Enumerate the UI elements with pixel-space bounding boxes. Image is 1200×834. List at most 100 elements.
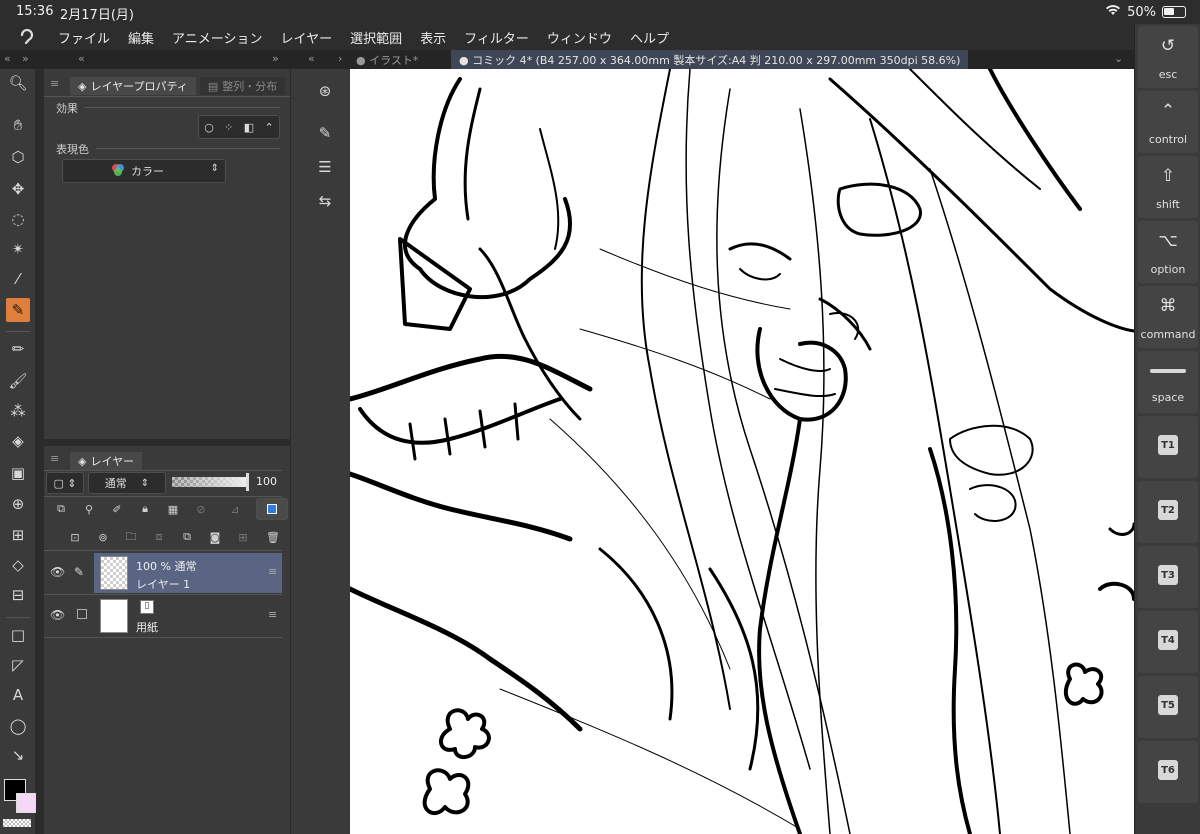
option-label: option bbox=[1150, 263, 1186, 276]
space-key[interactable]: space bbox=[1138, 351, 1198, 413]
eye-icon-2[interactable]: 👁︎ bbox=[50, 608, 65, 622]
tab-layer-property[interactable]: ◈ レイヤープロパティ bbox=[70, 77, 196, 95]
object-icon[interactable]: ⬡ bbox=[6, 145, 30, 169]
clip-icon[interactable]: ⧉ bbox=[54, 502, 68, 516]
border-effect-icon[interactable]: ○ bbox=[204, 121, 214, 134]
chevron-down-icon[interactable]: ⌄ bbox=[1114, 52, 1123, 65]
t4-key[interactable]: T4 bbox=[1138, 611, 1198, 673]
checkbox-icon[interactable] bbox=[77, 609, 87, 619]
tab-scroll-icon[interactable]: › bbox=[338, 52, 342, 65]
t3-key[interactable]: T3 bbox=[1138, 546, 1198, 608]
menu-item-8[interactable]: ヘルプ bbox=[630, 28, 669, 47]
expand-right-icon[interactable]: » bbox=[22, 52, 29, 65]
opacity-slider[interactable] bbox=[172, 477, 246, 487]
effect-buttons[interactable]: ○ ⁘ ◧ ⌃ bbox=[198, 115, 280, 139]
space-label: space bbox=[1151, 391, 1185, 404]
sub-color-swatch[interactable] bbox=[16, 793, 36, 813]
rectangle-icon[interactable]: □ bbox=[6, 623, 30, 647]
sub-tool-icon[interactable]: ✎ bbox=[313, 121, 337, 145]
expand-right-icon-2[interactable]: » bbox=[272, 52, 279, 65]
lasso-icon[interactable]: ◌ bbox=[6, 207, 30, 231]
tool-property-icon[interactable]: ☰ bbox=[313, 155, 337, 179]
tone-effect-icon[interactable]: ⁘ bbox=[224, 121, 233, 134]
t5-key[interactable]: T5 bbox=[1138, 676, 1198, 738]
create-mask-icon[interactable]: ◙ bbox=[208, 530, 222, 544]
navigator-icon[interactable]: ⊛ bbox=[313, 79, 337, 103]
frame-icon[interactable]: ⊟ bbox=[6, 583, 30, 607]
option-key[interactable]: ⌥ option bbox=[1138, 221, 1198, 283]
tab-illust[interactable]: ● イラスト* bbox=[356, 52, 418, 68]
expression-color-select[interactable]: カラー ⇕ bbox=[62, 159, 226, 183]
figure-icon[interactable]: ⊕ bbox=[6, 492, 30, 516]
drag-handle-icon[interactable]: ≡ bbox=[268, 565, 277, 578]
pencil-icon[interactable]: ✏︎ bbox=[6, 337, 30, 361]
shift-key[interactable]: ⇧ shift bbox=[1138, 156, 1198, 218]
blend-icon[interactable]: ◈ bbox=[6, 429, 30, 453]
lock-icon[interactable]: 🔒︎ bbox=[138, 502, 152, 516]
text-icon[interactable]: A bbox=[6, 683, 30, 707]
menu-item-3[interactable]: レイヤー bbox=[281, 28, 333, 47]
t6-key[interactable]: T6 bbox=[1138, 741, 1198, 803]
t2-key[interactable]: T2 bbox=[1138, 481, 1198, 543]
t1-key[interactable]: T1 bbox=[1138, 416, 1198, 478]
command-key[interactable]: ⌘ command bbox=[1138, 286, 1198, 348]
layer-color-mode[interactable] bbox=[256, 498, 288, 520]
opacity-slider-handle[interactable] bbox=[246, 473, 249, 491]
menu-item-1[interactable]: 編集 bbox=[128, 28, 154, 47]
blend-mode-select[interactable]: 通常 ⇕ bbox=[88, 472, 166, 494]
companion-icon[interactable]: ⇆ bbox=[313, 189, 337, 213]
esc-key[interactable]: ↺ esc bbox=[1138, 26, 1198, 88]
correct-line-icon[interactable]: ↘ bbox=[6, 743, 30, 767]
drag-handle-icon-2[interactable]: ≡ bbox=[268, 608, 277, 621]
balloon-icon[interactable]: ◯ bbox=[6, 714, 30, 738]
mask-icon[interactable]: ⊘ bbox=[194, 502, 208, 516]
hand-icon[interactable]: ✋︎ bbox=[6, 113, 30, 137]
panel-menu-icon[interactable]: ≡ bbox=[50, 77, 59, 90]
tab-comic[interactable]: ● コミック 4* (B4 257.00 x 364.00mm 製本サイズ:A4… bbox=[451, 50, 969, 69]
menu-item-6[interactable]: フィルター bbox=[464, 28, 529, 47]
airbrush-icon[interactable]: ⁂ bbox=[6, 399, 30, 423]
ruler-icon[interactable]: ◸ bbox=[6, 653, 30, 677]
reference-icon[interactable]: ⚲ bbox=[82, 502, 96, 516]
fill-icon[interactable]: ⊞ bbox=[6, 523, 30, 547]
new-raster-layer-icon[interactable]: ⊡ bbox=[68, 530, 82, 544]
menu-item-2[interactable]: アニメーション bbox=[172, 28, 262, 47]
control-key[interactable]: ⌃ control bbox=[1138, 91, 1198, 153]
zoom-icon[interactable]: 🔍︎ bbox=[6, 71, 30, 95]
merge-down-icon[interactable]: ⧉ bbox=[180, 530, 194, 544]
new-folder-icon[interactable]: 🗀︎ bbox=[124, 530, 138, 544]
menu-item-0[interactable]: ファイル bbox=[58, 28, 110, 47]
drawing-canvas[interactable] bbox=[350, 69, 1134, 834]
collapse-left-icon-2[interactable]: « bbox=[78, 52, 85, 65]
brush-icon[interactable]: 🖌︎ bbox=[6, 369, 30, 393]
effect-more-icon[interactable]: ⌃ bbox=[265, 121, 274, 134]
layer-panel-menu-icon[interactable]: ≡ bbox=[50, 452, 59, 465]
move-icon[interactable]: ✥ bbox=[6, 177, 30, 201]
new-vector-layer-icon[interactable]: ⊚ bbox=[96, 530, 110, 544]
eyedropper-icon[interactable]: ⁄ bbox=[6, 267, 30, 291]
layer-color-box[interactable]: ▢ ⇕ bbox=[46, 472, 84, 494]
apply-mask-icon[interactable]: ⊞ bbox=[236, 530, 250, 544]
layer-row-1[interactable]: 👁︎ ✎ 100 % 通常 レイヤー 1 ≡ bbox=[44, 553, 282, 593]
lock-transparent-icon[interactable]: ▦ bbox=[166, 502, 180, 516]
menu-item-4[interactable]: 選択範囲 bbox=[350, 28, 402, 47]
gradient-icon[interactable]: ▣ bbox=[6, 461, 30, 485]
draft-icon[interactable]: ✐ bbox=[110, 502, 124, 516]
menu-item-5[interactable]: 表示 bbox=[420, 28, 446, 47]
magic-wand-icon[interactable]: ✴ bbox=[6, 237, 30, 261]
tab-layer[interactable]: ◈ レイヤー bbox=[70, 452, 143, 470]
transfer-down-icon[interactable]: ⧈ bbox=[152, 530, 166, 544]
layer-color-icon[interactable]: ◧ bbox=[244, 121, 254, 134]
collapse-left-icon[interactable]: « bbox=[4, 52, 11, 65]
tab-align[interactable]: ▤ 整列・分布 bbox=[199, 77, 286, 95]
trash-icon[interactable]: 🗑︎ bbox=[266, 530, 280, 544]
eye-icon[interactable]: 👁︎ bbox=[50, 565, 65, 579]
ruler-toggle-icon[interactable]: ⊿ bbox=[228, 502, 242, 516]
layer-row-2[interactable]: 👁︎ ▯ 用紙 ≡ bbox=[44, 596, 282, 636]
menu-item-7[interactable]: ウィンドウ bbox=[547, 28, 612, 47]
app-logo-icon[interactable] bbox=[18, 27, 36, 45]
transparent-color-swatch[interactable] bbox=[3, 819, 31, 827]
collapse-left-icon-3[interactable]: « bbox=[308, 52, 315, 65]
eraser-icon[interactable]: ◇ bbox=[6, 553, 30, 577]
pen-icon[interactable]: ✎ bbox=[6, 298, 30, 322]
